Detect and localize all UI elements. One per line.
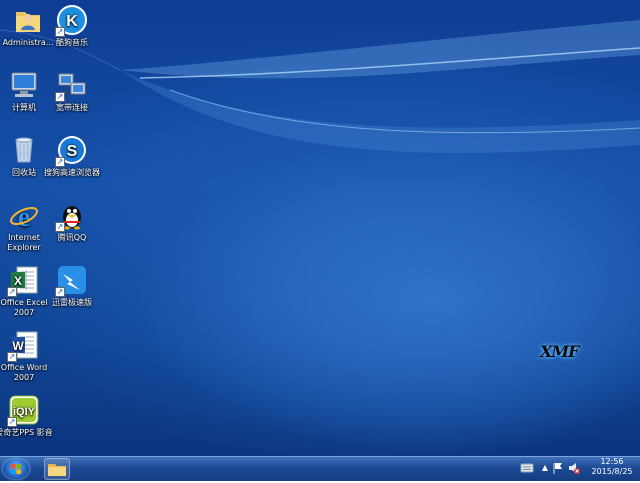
desktop-icon-iqiyi-pps[interactable]: iQIY ↗ 爱奇艺PPS 影音 <box>0 394 54 438</box>
kugou-music-icon: K ↗ <box>55 4 88 37</box>
desktop-icon-label: 宽带连接 <box>56 103 88 112</box>
computer-icon <box>8 69 40 101</box>
windows-start-orb-icon[interactable] <box>3 459 29 479</box>
desktop-icon-label: 爱奇艺PPS 影音 <box>0 428 53 437</box>
desktop-icon-label: 搜狗高速浏览器 <box>44 168 100 177</box>
file-explorer-icon <box>48 464 66 476</box>
desktop[interactable]: Administra... K ↗ 酷狗音乐 计算机 ↗ 宽带连接 回收站 S … <box>0 0 640 456</box>
taskbar-explorer-button[interactable] <box>44 458 70 480</box>
desktop-icon-label: 酷狗音乐 <box>56 38 88 47</box>
qq-penguin-icon: ↗ <box>55 199 88 232</box>
iqiyi-pps-icon: iQIY ↗ <box>7 394 40 427</box>
shortcut-arrow-icon: ↗ <box>55 287 65 297</box>
desktop-icon-label: 腾讯QQ <box>57 233 87 242</box>
svg-text:W: W <box>12 339 24 353</box>
excel-icon: X ↗ <box>7 264 40 297</box>
clock-time: 12:56 <box>600 457 624 466</box>
desktop-icon-sogou-browser[interactable]: S ↗ 搜狗高速浏览器 <box>42 134 102 178</box>
xunlei-icon: ↗ <box>55 264 88 297</box>
clock-date: 2015/8/25 <box>591 467 633 476</box>
shortcut-arrow-icon: ↗ <box>7 287 17 297</box>
show-hidden-icons-arrow-icon[interactable]: ▲ <box>540 458 550 478</box>
shortcut-arrow-icon: ↗ <box>55 157 65 167</box>
desktop-icon-word[interactable]: W ↗ Office Word 2007 <box>0 329 54 383</box>
user-folder-icon <box>12 4 44 36</box>
wallpaper-logo: XMF <box>540 342 579 361</box>
network-connection-icon: ↗ <box>55 69 88 102</box>
svg-text:S: S <box>67 143 78 160</box>
shortcut-arrow-icon: ↗ <box>7 352 17 362</box>
desktop-icon-label: Office Word 2007 <box>0 363 48 382</box>
desktop-icon-broadband[interactable]: ↗ 宽带连接 <box>42 69 102 113</box>
desktop-icon-xunlei[interactable]: ↗ 迅雷极速版 <box>42 264 102 308</box>
taskbar-clock[interactable]: 12:56 2015/8/25 <box>586 457 638 477</box>
desktop-icon-kugou[interactable]: K ↗ 酷狗音乐 <box>42 4 102 48</box>
recycle-bin-icon <box>8 134 40 166</box>
desktop-icon-qq[interactable]: ↗ 腾讯QQ <box>42 199 102 243</box>
shortcut-arrow-icon: ↗ <box>55 222 65 232</box>
word-icon: W ↗ <box>7 329 40 362</box>
action-center-flag-icon[interactable] <box>552 458 564 478</box>
keyboard-icon[interactable] <box>520 458 534 478</box>
shortcut-arrow-icon: ↗ <box>55 92 65 102</box>
shortcut-arrow-icon: ↗ <box>7 417 17 427</box>
svg-text:K: K <box>66 13 78 30</box>
desktop-icon-label: 迅雷极速版 <box>52 298 92 307</box>
svg-text:X: X <box>14 274 22 288</box>
sogou-browser-icon: S ↗ <box>55 134 88 167</box>
volume-muted-icon[interactable] <box>567 458 581 478</box>
internet-explorer-icon: e <box>8 199 40 233</box>
shortcut-arrow-icon: ↗ <box>55 27 65 37</box>
svg-text:e: e <box>18 202 30 231</box>
